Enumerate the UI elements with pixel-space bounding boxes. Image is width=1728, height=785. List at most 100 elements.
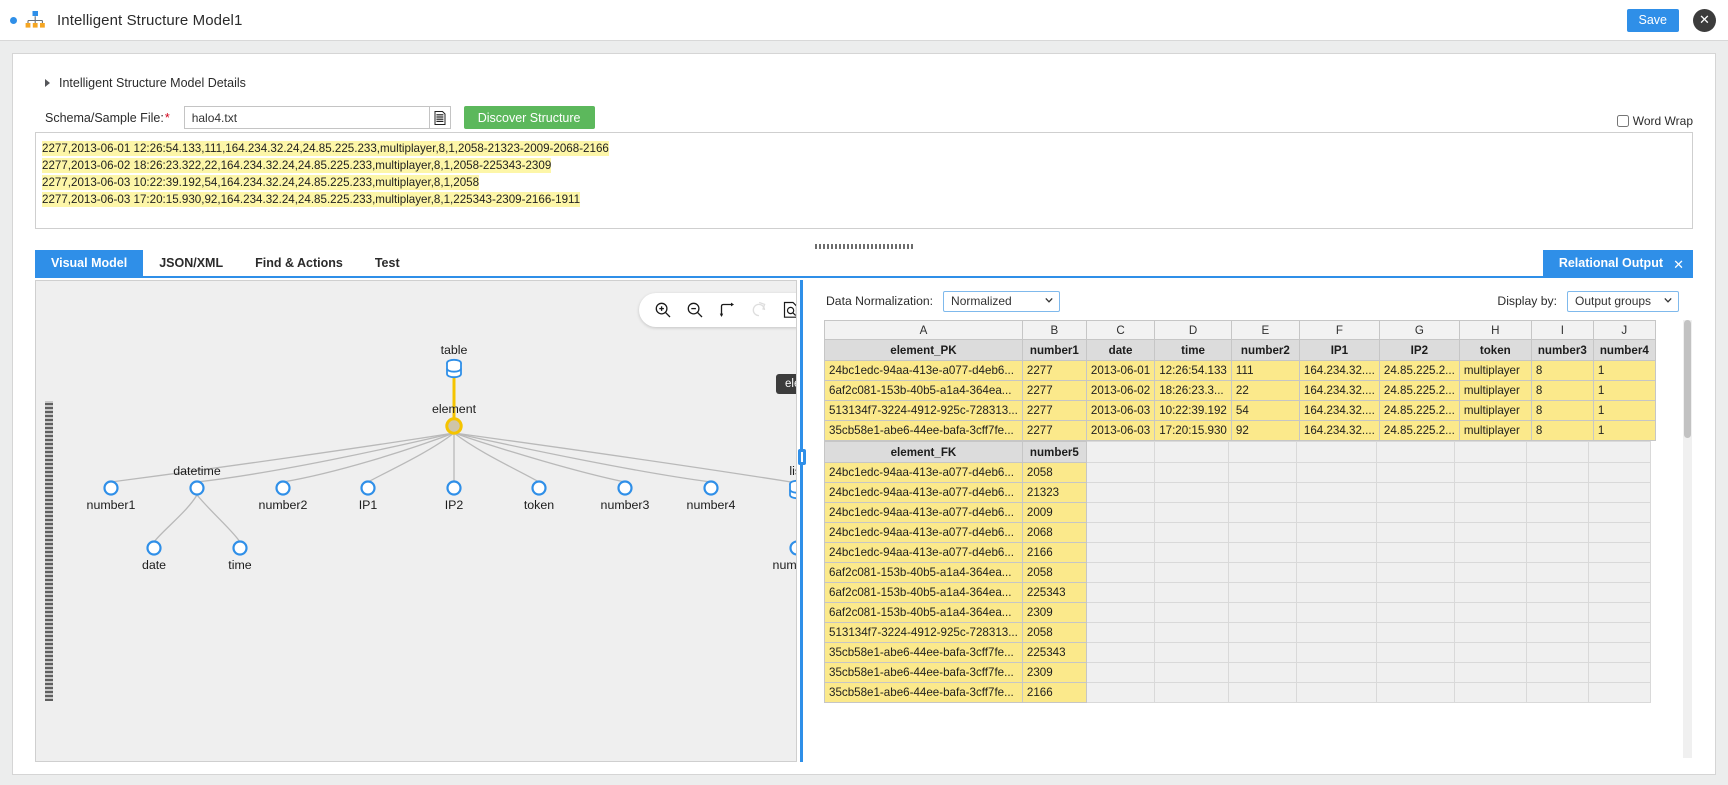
table-cell[interactable]: 513134f7-3224-4912-925c-728313... — [824, 400, 1023, 421]
discover-structure-button[interactable]: Discover Structure — [463, 106, 595, 129]
table-cell[interactable]: 2058 — [1021, 462, 1087, 483]
table-cell[interactable]: 164.234.32.... — [1298, 360, 1380, 381]
table-cell[interactable]: 513134f7-3224-4912-925c-728313... — [824, 622, 1023, 643]
table-cell[interactable]: 24bc1edc-94aa-413e-a077-d4eb6... — [824, 360, 1023, 381]
table-cell[interactable]: 12:26:54.133 — [1154, 360, 1232, 381]
table-cell[interactable]: 2009 — [1021, 502, 1087, 523]
field-header-token[interactable]: token — [1458, 339, 1532, 361]
tab-visual-model[interactable]: Visual Model — [35, 250, 144, 276]
table-row[interactable]: 24bc1edc-94aa-413e-a077-d4eb6... 2068 — [824, 522, 1651, 543]
table-row[interactable]: 35cb58e1-abe6-44ee-bafa-3cff7fe... 225343 — [824, 642, 1651, 663]
table-cell[interactable]: 2277 — [1021, 420, 1087, 441]
table-row[interactable]: 513134f7-3224-4912-925c-728313... 2058 — [824, 622, 1651, 643]
table-cell[interactable]: 2309 — [1021, 602, 1087, 623]
column-letter-g[interactable]: G — [1378, 320, 1460, 340]
horizontal-splitter-handle[interactable] — [815, 244, 913, 249]
column-letter-e[interactable]: E — [1230, 320, 1300, 340]
word-wrap-toggle[interactable]: Word Wrap — [1616, 114, 1693, 128]
table-cell[interactable]: 24bc1edc-94aa-413e-a077-d4eb6... — [824, 462, 1023, 483]
save-button[interactable]: Save — [1626, 8, 1679, 32]
table-cell[interactable]: 6af2c081-153b-40b5-a1a4-364ea... — [824, 582, 1023, 603]
table-cell[interactable]: 111 — [1230, 360, 1300, 381]
word-wrap-checkbox[interactable] — [1616, 115, 1629, 127]
table-cell[interactable]: 2068 — [1021, 522, 1087, 543]
close-icon[interactable]: ✕ — [1693, 8, 1716, 32]
table-cell[interactable]: 2166 — [1021, 682, 1087, 703]
column-letter-c[interactable]: C — [1085, 320, 1156, 340]
table-cell[interactable]: 10:22:39.192 — [1154, 400, 1232, 421]
table-cell[interactable]: 8 — [1530, 360, 1594, 381]
table-cell[interactable]: 35cb58e1-abe6-44ee-bafa-3cff7fe... — [824, 642, 1023, 663]
graph-pane-scrollbar[interactable] — [45, 401, 53, 701]
relational-output-grid[interactable]: A B C D E F G H I Jelement_PK number1 date time numbe… — [824, 320, 1679, 758]
table-row[interactable]: 6af2c081-153b-40b5-a1a4-364ea... 2058 — [824, 562, 1651, 583]
table-cell[interactable]: 2013-06-03 — [1085, 420, 1156, 441]
grid-vertical-scrollbar[interactable] — [1683, 320, 1692, 758]
table-cell[interactable]: 17:20:15.930 — [1154, 420, 1232, 441]
table-cell[interactable]: 1 — [1592, 380, 1656, 401]
table-cell[interactable]: 24.85.225.2... — [1378, 380, 1460, 401]
table-cell[interactable]: multiplayer — [1458, 420, 1532, 441]
table-row[interactable]: 35cb58e1-abe6-44ee-bafa-3cff7fe... 2166 — [824, 682, 1651, 703]
field-header-number3[interactable]: number3 — [1530, 339, 1594, 361]
table-cell[interactable]: 6af2c081-153b-40b5-a1a4-364ea... — [824, 562, 1023, 583]
table-cell[interactable]: 1 — [1592, 400, 1656, 421]
column-letter-d[interactable]: D — [1154, 320, 1232, 340]
table-cell[interactable]: 8 — [1530, 400, 1594, 421]
table-row[interactable]: 35cb58e1-abe6-44ee-bafa-3cff7fe... 2277 20… — [824, 420, 1656, 441]
vertical-splitter[interactable] — [797, 280, 806, 762]
column-letter-h[interactable]: H — [1458, 320, 1532, 340]
table-row[interactable]: 24bc1edc-94aa-413e-a077-d4eb6... 21323 — [824, 482, 1651, 503]
table-cell[interactable]: 2277 — [1021, 360, 1087, 381]
table-cell[interactable]: 6af2c081-153b-40b5-a1a4-364ea... — [824, 602, 1023, 623]
table-cell[interactable]: 24.85.225.2... — [1378, 420, 1460, 441]
table-cell[interactable]: multiplayer — [1458, 380, 1532, 401]
table-row[interactable]: 24bc1edc-94aa-413e-a077-d4eb6... 2058 — [824, 462, 1651, 483]
table-cell[interactable]: 2013-06-03 — [1085, 400, 1156, 421]
table-cell[interactable]: 92 — [1230, 420, 1300, 441]
table-cell[interactable]: 2058 — [1021, 622, 1087, 643]
table-cell[interactable]: 2309 — [1021, 662, 1087, 683]
table-cell[interactable]: 2277 — [1021, 380, 1087, 401]
field-header-ip1[interactable]: IP1 — [1298, 339, 1380, 361]
table-row[interactable]: 6af2c081-153b-40b5-a1a4-364ea... 2277 2013… — [824, 380, 1656, 401]
table-cell[interactable]: 1 — [1592, 360, 1656, 381]
table-cell[interactable]: 54 — [1230, 400, 1300, 421]
field-header-number4[interactable]: number4 — [1592, 339, 1656, 361]
table-cell[interactable]: 35cb58e1-abe6-44ee-bafa-3cff7fe... — [824, 420, 1023, 441]
table-cell[interactable]: 2277 — [1021, 400, 1087, 421]
close-icon[interactable]: ✕ — [1673, 253, 1684, 279]
field-header-element_pk[interactable]: element_PK — [824, 339, 1023, 361]
tab-test[interactable]: Test — [359, 250, 416, 276]
graph-canvas[interactable]: table element number1 datetime number2 I… — [36, 281, 796, 761]
table-row[interactable]: 513134f7-3224-4912-925c-728313... 2277 201… — [824, 400, 1656, 421]
field-header-number2[interactable]: number2 — [1230, 339, 1300, 361]
file-browse-icon[interactable] — [428, 107, 450, 128]
field-header-number5[interactable]: number5 — [1021, 441, 1087, 463]
tab-find-and-actions[interactable]: Find & Actions — [239, 250, 359, 276]
table-cell[interactable]: 225343 — [1021, 642, 1087, 663]
data-normalization-select[interactable]: Normalized — [943, 290, 1061, 312]
column-letter-j[interactable]: J — [1592, 320, 1656, 340]
table-cell[interactable]: 22 — [1230, 380, 1300, 401]
table-row[interactable]: 24bc1edc-94aa-413e-a077-d4eb6... 2009 — [824, 502, 1651, 523]
vertical-splitter-knob[interactable] — [798, 449, 806, 465]
tab-json-xml[interactable]: JSON/XML — [143, 250, 239, 276]
grid-scroll-thumb[interactable] — [1684, 320, 1691, 438]
table-cell[interactable]: 2013-06-01 — [1085, 360, 1156, 381]
sample-file-preview[interactable]: 2277,2013-06-01 12:26:54.133,111,164.234… — [35, 132, 1693, 229]
table-cell[interactable]: multiplayer — [1458, 360, 1532, 381]
table-cell[interactable]: 164.234.32.... — [1298, 400, 1380, 421]
table-cell[interactable]: 18:26:23.3... — [1154, 380, 1232, 401]
schema-file-input[interactable] — [184, 107, 429, 128]
field-header-ip2[interactable]: IP2 — [1378, 339, 1460, 361]
details-disclosure[interactable]: Intelligent Structure Model Details — [45, 76, 246, 90]
table-cell[interactable]: 2013-06-02 — [1085, 380, 1156, 401]
field-header-element_fk[interactable]: element_FK — [824, 441, 1023, 463]
table-cell[interactable]: 24.85.225.2... — [1378, 400, 1460, 421]
table-cell[interactable]: 1 — [1592, 420, 1656, 441]
table-cell[interactable]: 2166 — [1021, 542, 1087, 563]
column-letter-a[interactable]: A — [824, 320, 1023, 340]
table-cell[interactable]: 8 — [1530, 380, 1594, 401]
field-header-date[interactable]: date — [1085, 339, 1156, 361]
